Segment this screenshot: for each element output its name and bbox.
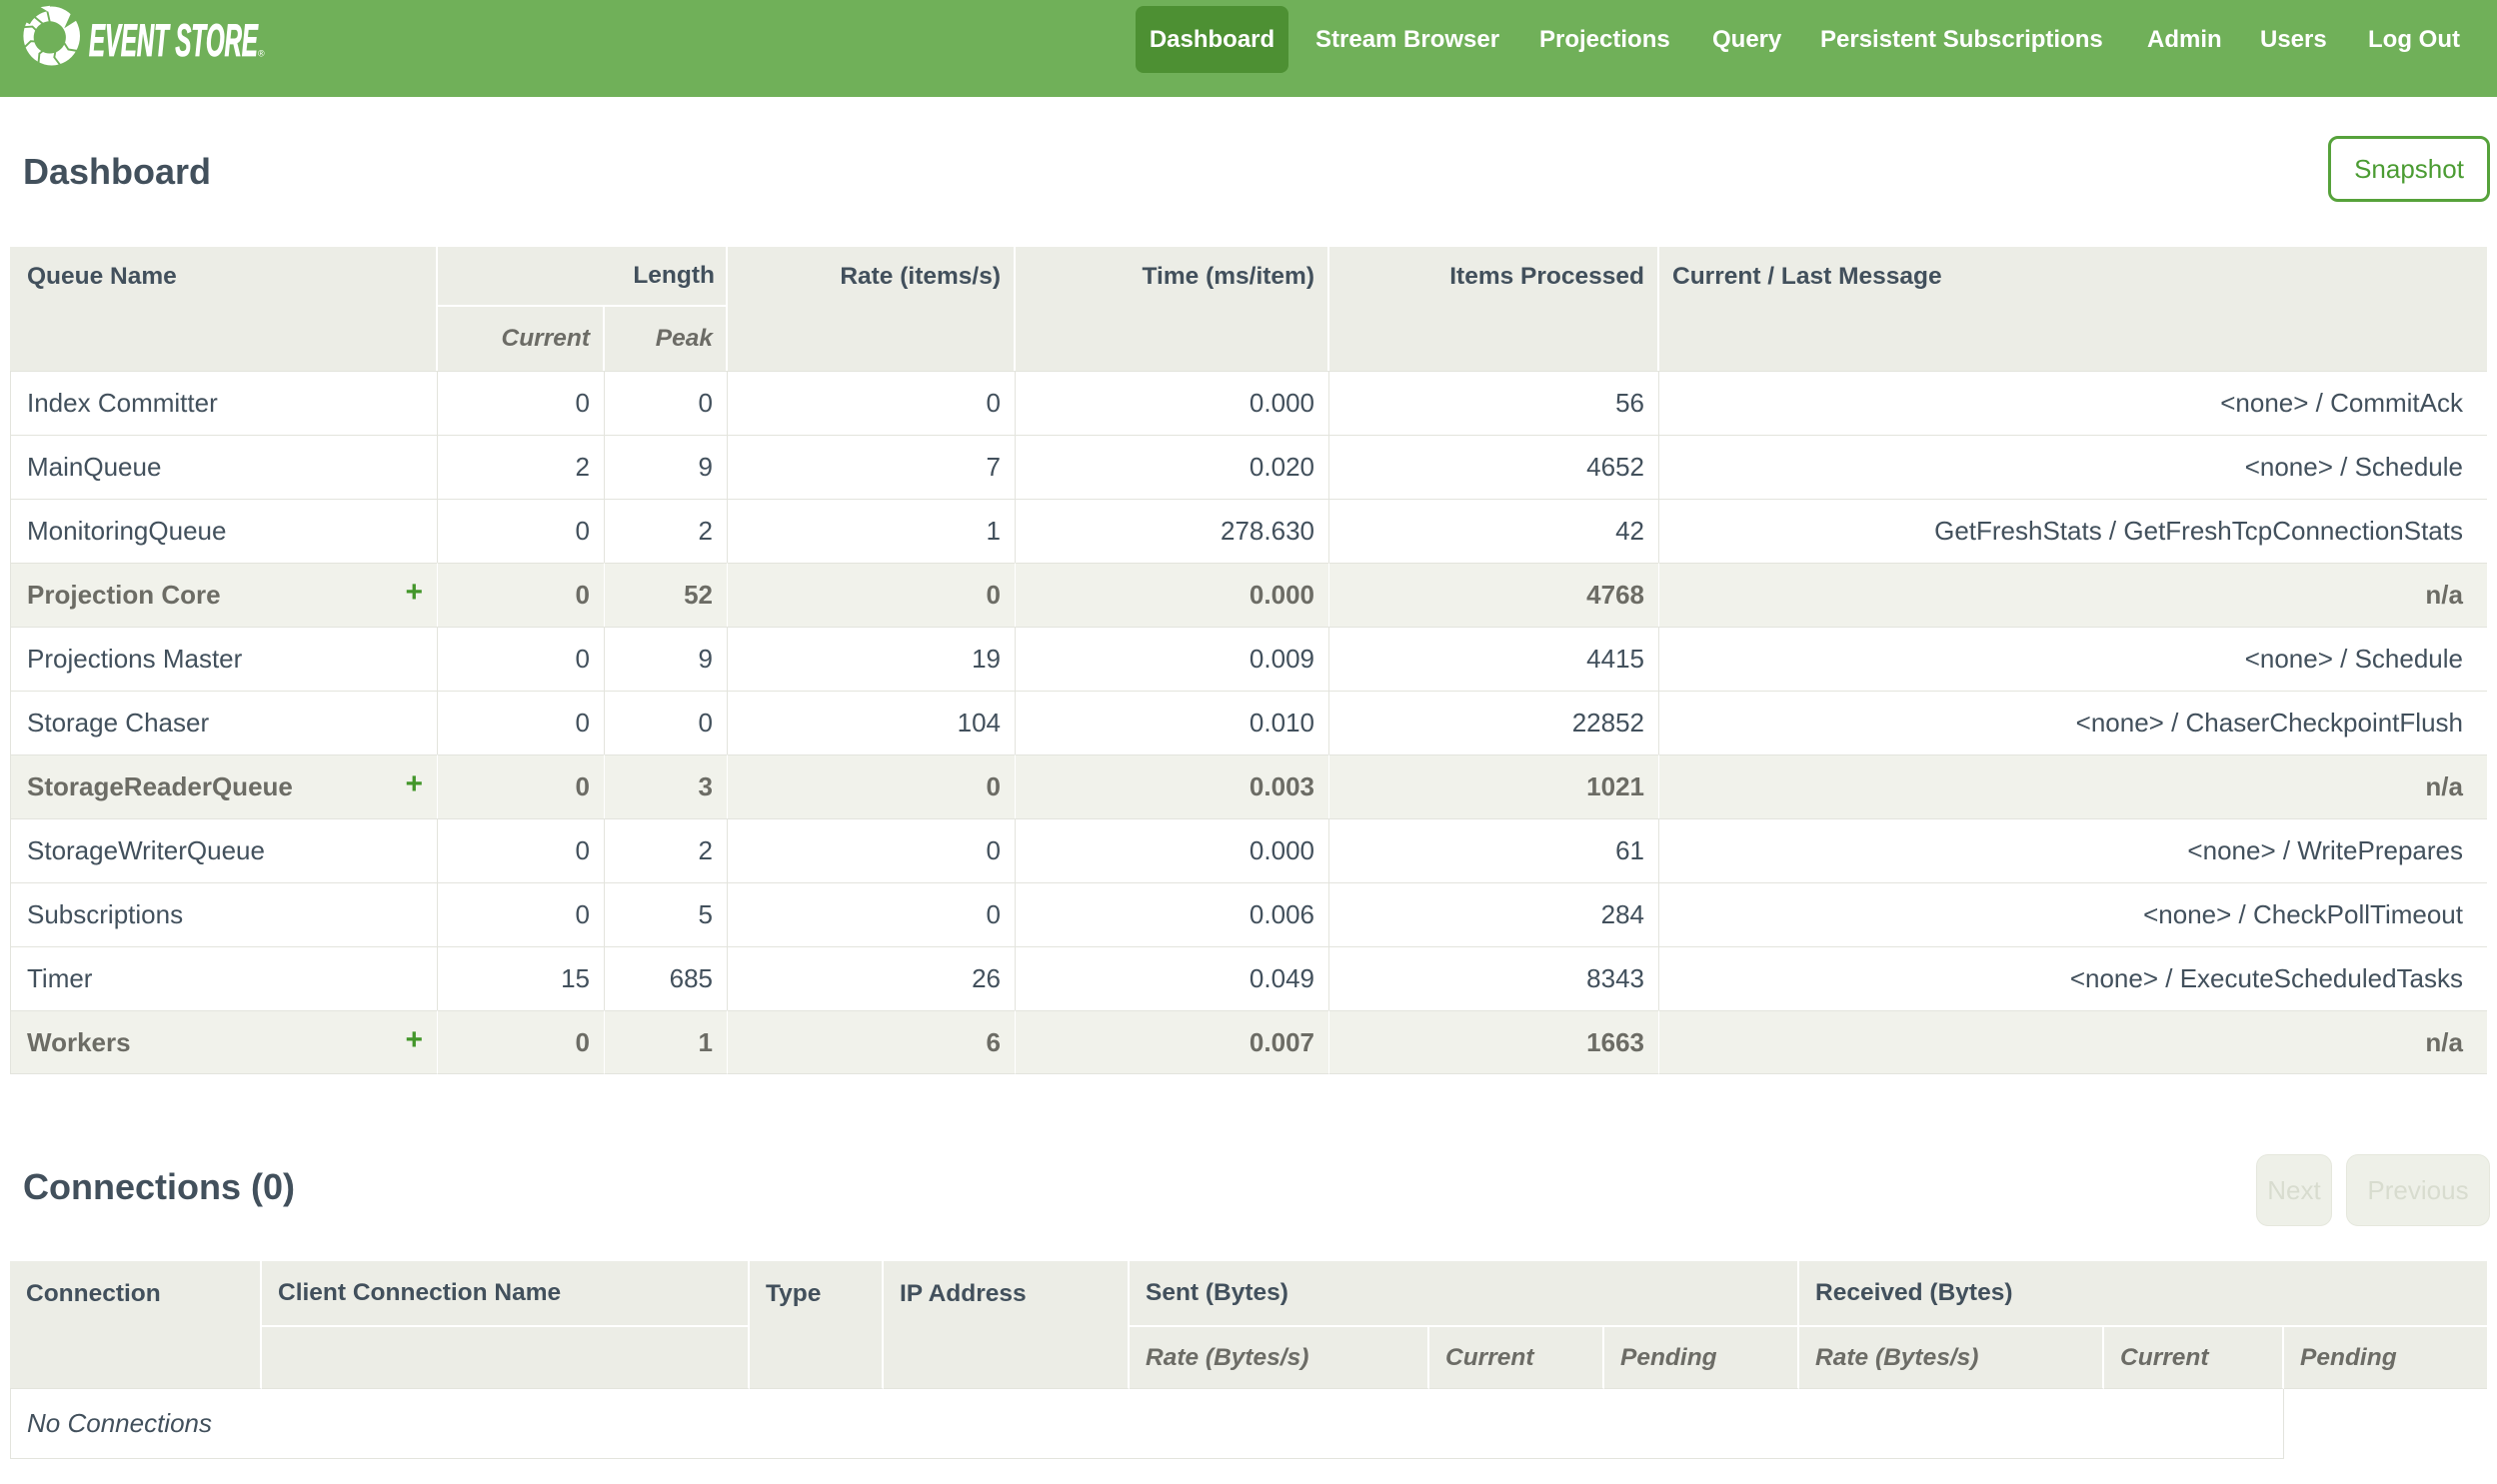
- svg-text:®: ®: [258, 49, 265, 59]
